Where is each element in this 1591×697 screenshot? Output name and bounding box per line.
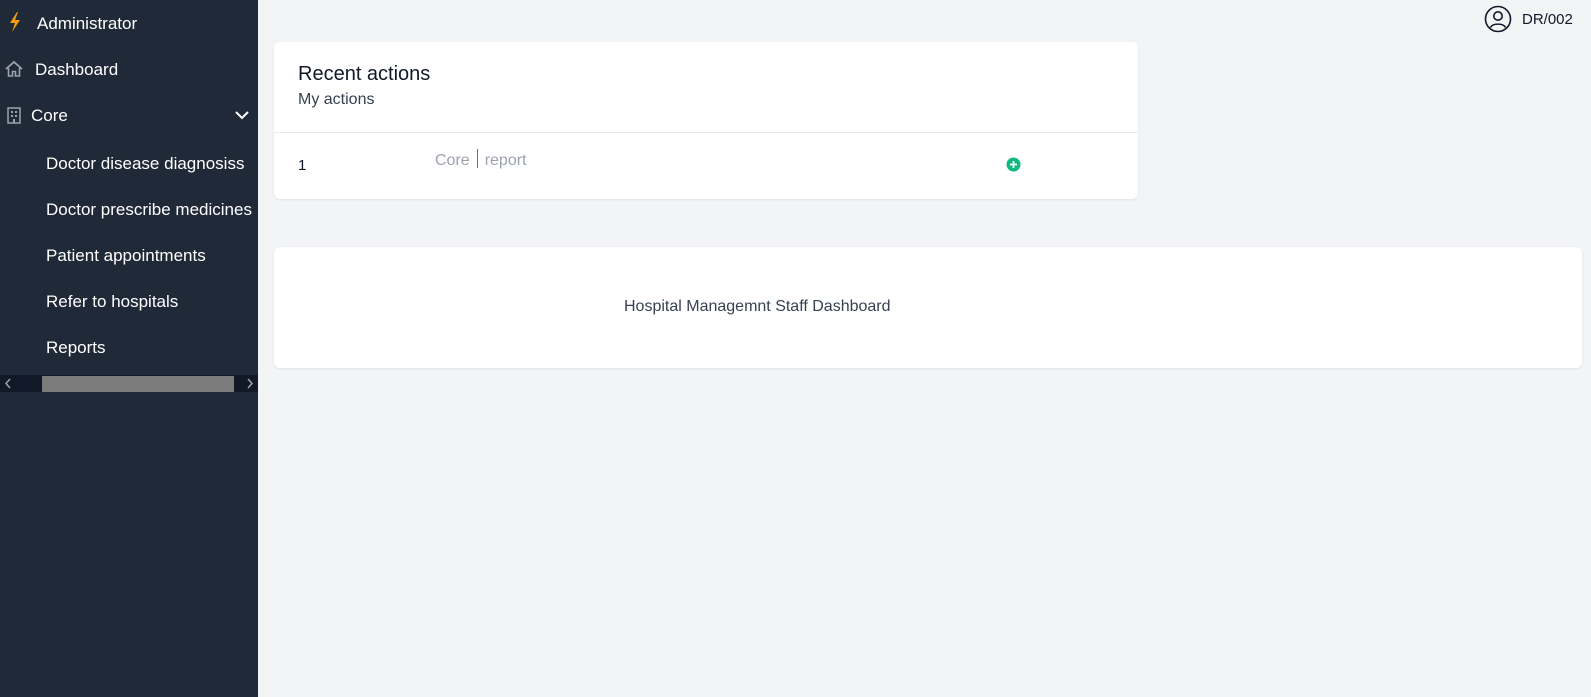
dashboard-title: Hospital Managemnt Staff Dashboard xyxy=(624,298,891,315)
dashboard-card: Hospital Managemnt Staff Dashboard xyxy=(274,247,1582,368)
sidebar-subitem-label: Doctor prescribe medicines xyxy=(46,200,252,219)
sidebar-subitem-label: Refer to hospitals xyxy=(46,292,179,311)
sidebar-subitem-reports[interactable]: Reports xyxy=(0,329,258,365)
sidebar-horizontal-scrollbar[interactable] xyxy=(0,375,258,392)
user-menu[interactable]: DR/002 xyxy=(1484,4,1584,34)
add-circle-icon[interactable] xyxy=(1006,157,1021,172)
brand-label: Administrator xyxy=(37,14,138,33)
scroll-left-icon[interactable] xyxy=(3,377,13,390)
sidebar-subitem-label: Reports xyxy=(46,338,106,357)
my-actions-subtitle: My actions xyxy=(298,91,375,108)
username[interactable]: DR/002 xyxy=(1522,11,1573,28)
chevron-down-icon[interactable] xyxy=(234,107,250,123)
sidebar-item-core[interactable]: Core xyxy=(0,96,258,136)
sidebar-item-dashboard[interactable]: Dashboard xyxy=(0,50,258,90)
building-icon xyxy=(5,106,23,124)
action-app: Core xyxy=(435,152,470,169)
brand[interactable]: Administrator xyxy=(0,0,258,46)
sidebar-subitem-label: Patient appointments xyxy=(46,246,206,265)
sidebar-subitem-patient-appointments[interactable]: Patient appointments xyxy=(0,237,258,273)
breadcrumb-separator xyxy=(476,149,478,168)
action-breadcrumb[interactable]: Core report xyxy=(435,149,526,170)
action-model: report xyxy=(484,152,527,169)
list-item[interactable]: 1 Core report xyxy=(274,133,1138,199)
scroll-right-icon[interactable] xyxy=(245,377,255,390)
action-number: 1 xyxy=(298,157,307,174)
sidebar: Administrator Dashboard Core Doctor dise… xyxy=(0,0,258,697)
sidebar-subitem-label: Doctor disease diagnosiss xyxy=(46,154,245,173)
recent-actions-title: Recent actions xyxy=(298,63,431,85)
user-circle-icon[interactable] xyxy=(1484,5,1512,33)
sidebar-item-label: Core xyxy=(31,106,68,125)
recent-actions-card: Recent actions My actions 1 Core report xyxy=(274,42,1138,199)
home-icon xyxy=(5,60,23,78)
scrollbar-thumb[interactable] xyxy=(42,376,234,392)
sidebar-item-label: Dashboard xyxy=(35,60,119,79)
sidebar-subitem-doctor-prescribe-medicines[interactable]: Doctor prescribe medicines xyxy=(0,191,258,227)
bolt-icon xyxy=(8,12,22,32)
sidebar-subitem-doctor-disease-diagnosiss[interactable]: Doctor disease diagnosiss xyxy=(0,145,258,181)
sidebar-subitem-refer-to-hospitals[interactable]: Refer to hospitals xyxy=(0,283,258,319)
